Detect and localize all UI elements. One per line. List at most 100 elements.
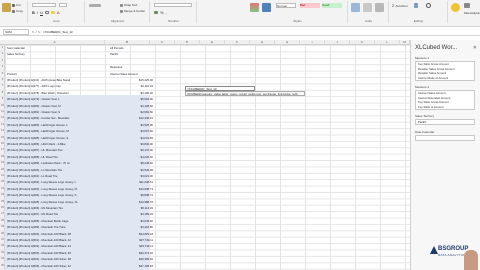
wrap-text-label: Wrap Text (124, 3, 138, 7)
find-select-button[interactable] (426, 3, 431, 8)
merge-label: Merge & Center (124, 9, 146, 13)
measure2-list[interactable]: Internet Sales Amount Internet Extended … (415, 90, 475, 110)
font-color-icon[interactable]: A (57, 10, 60, 15)
font-format-buttons: B I U A (32, 10, 60, 15)
logo-line1: BSGROUP (438, 246, 469, 252)
percent-icon[interactable]: % (160, 10, 164, 15)
alignment-group: Wrap Text Merge & Center Alignment (86, 1, 150, 23)
measure2-item[interactable]: Key Ratio of Amount (416, 105, 474, 110)
format-icon (375, 3, 384, 12)
conditional-formatting-button[interactable] (250, 3, 259, 12)
paste-icon (2, 3, 11, 12)
number-group-label: Number (168, 19, 179, 23)
currency-icon[interactable] (154, 11, 158, 14)
style-normal[interactable]: Normal (276, 3, 296, 8)
cut-label: Cut (16, 3, 21, 7)
row-number[interactable]: 35 (0, 263, 5, 269)
clipboard-group: Cut Copy (0, 1, 28, 23)
measure1-list[interactable]: Key Ratio Gross Amount Reseller Sales Gr… (415, 61, 475, 81)
formula-input[interactable]: =XCUBED(D_Test_13 (43, 30, 73, 34)
conditional-formatting-icon (250, 3, 259, 12)
cells-group: Cells (349, 1, 389, 23)
number-group: % , Number (151, 1, 197, 23)
style-good-label: Good (322, 3, 342, 8)
comma-icon[interactable]: , (166, 10, 167, 15)
font-size-select[interactable] (59, 3, 67, 7)
copy-icon (12, 9, 15, 13)
underline-icon[interactable]: U (40, 10, 43, 15)
insert-icon (351, 3, 360, 12)
sales-territory-label: Sales Territory (415, 114, 435, 118)
sigma-icon: Σ (392, 3, 395, 8)
style-good[interactable]: Good (322, 3, 342, 8)
font-name-select[interactable] (32, 3, 56, 7)
ideas-button[interactable] (451, 3, 460, 12)
cut-button[interactable]: Cut (12, 3, 21, 7)
merge-icon (120, 9, 123, 13)
paste-button[interactable] (2, 3, 11, 12)
delete-icon (363, 3, 372, 12)
ideas-group (449, 1, 462, 23)
data-analysis-label: Data Analysis (464, 12, 480, 15)
format-as-table-button[interactable] (262, 3, 271, 12)
autosum-label: AutoSum (395, 3, 408, 8)
find-icon (426, 3, 431, 8)
xlcubed-panel: XLCubed Wor... ✕ Measure 1 Key Ratio Gro… (410, 40, 480, 270)
function-hint-tooltip: XCUBED(measure_value,table_query_ref,all… (185, 91, 305, 96)
style-bad[interactable]: Bad (300, 3, 320, 8)
date-calendar-label: Date.Calendar (415, 130, 435, 134)
lightbulb-icon (451, 3, 460, 12)
measure2-label: Measure 2 (415, 85, 430, 89)
table-row: 35 [Product].[Product].&[505] - Mountain-… (1, 263, 410, 269)
name-box[interactable]: SUM (3, 28, 29, 35)
border-icon[interactable] (44, 11, 49, 14)
cells-group-label: Cells (365, 19, 372, 23)
copy-button[interactable]: Copy (12, 9, 23, 13)
measure1-label: Measure 1 (415, 56, 430, 60)
fill-color-icon[interactable] (50, 11, 55, 14)
delete-button[interactable] (363, 3, 372, 12)
scissors-icon (12, 3, 15, 7)
editing-group: Σ AutoSum Editing (390, 1, 448, 23)
sales-territory-select[interactable]: Pacific (415, 119, 475, 125)
fx-icon[interactable]: ✕ ✓ fx (29, 30, 43, 34)
sort-filter-button[interactable] (414, 3, 418, 8)
number-format-select[interactable] (154, 3, 192, 7)
date-calendar-select[interactable] (415, 135, 475, 141)
insert-button[interactable] (351, 3, 360, 12)
number-buttons: % , (154, 10, 167, 15)
merge-center-button[interactable]: Merge & Center (120, 9, 145, 13)
italic-icon[interactable]: I (37, 10, 38, 15)
autosum-button[interactable]: Σ AutoSum (392, 3, 408, 8)
copy-label: Copy (16, 9, 24, 13)
table-icon (262, 3, 271, 12)
measure1-item[interactable]: Internet Ratio of Amount (416, 76, 474, 81)
formula-bar: SUM ✕ ✓ fx =XCUBED(D_Test_13 (0, 28, 480, 36)
editing-group-label: Editing (413, 19, 424, 23)
format-button[interactable] (375, 3, 384, 12)
sort-icon (414, 3, 418, 8)
style-bad-label: Bad (300, 3, 320, 8)
data-analysis-icon (464, 3, 470, 8)
font-group-label: Font (53, 19, 60, 23)
data-analysis-label-wrap: Data Analysis (464, 12, 480, 15)
align-icon (89, 4, 101, 7)
wrap-text-icon (120, 3, 123, 7)
wrap-text-button[interactable]: Wrap Text (120, 3, 137, 7)
data-analysis-button[interactable] (464, 3, 470, 8)
panel-title: XLCubed Wor... (415, 45, 458, 51)
alignment-group-label: Alignment (110, 19, 125, 23)
logo-mark-icon (430, 246, 438, 254)
presenter-avatar (464, 250, 478, 270)
cell-a[interactable]: [Product].[Product].&[505] - Mountain-10… (7, 263, 107, 269)
styles-group: Normal Bad Good Styles (248, 1, 348, 23)
cell-b[interactable]: $27,199.84 (105, 263, 153, 269)
font-group: B I U A Font (29, 1, 85, 23)
style-normal-label: Normal (276, 3, 296, 8)
logo-line2: DATA ANALYTICS (438, 253, 467, 257)
styles-group-label: Styles (293, 19, 302, 23)
ribbon: Cut Copy B I U A Font Wrap Text Merge & … (0, 0, 480, 27)
align-top-buttons[interactable] (89, 4, 101, 7)
bold-icon[interactable]: B (32, 10, 35, 15)
close-icon[interactable]: ✕ (473, 45, 477, 51)
